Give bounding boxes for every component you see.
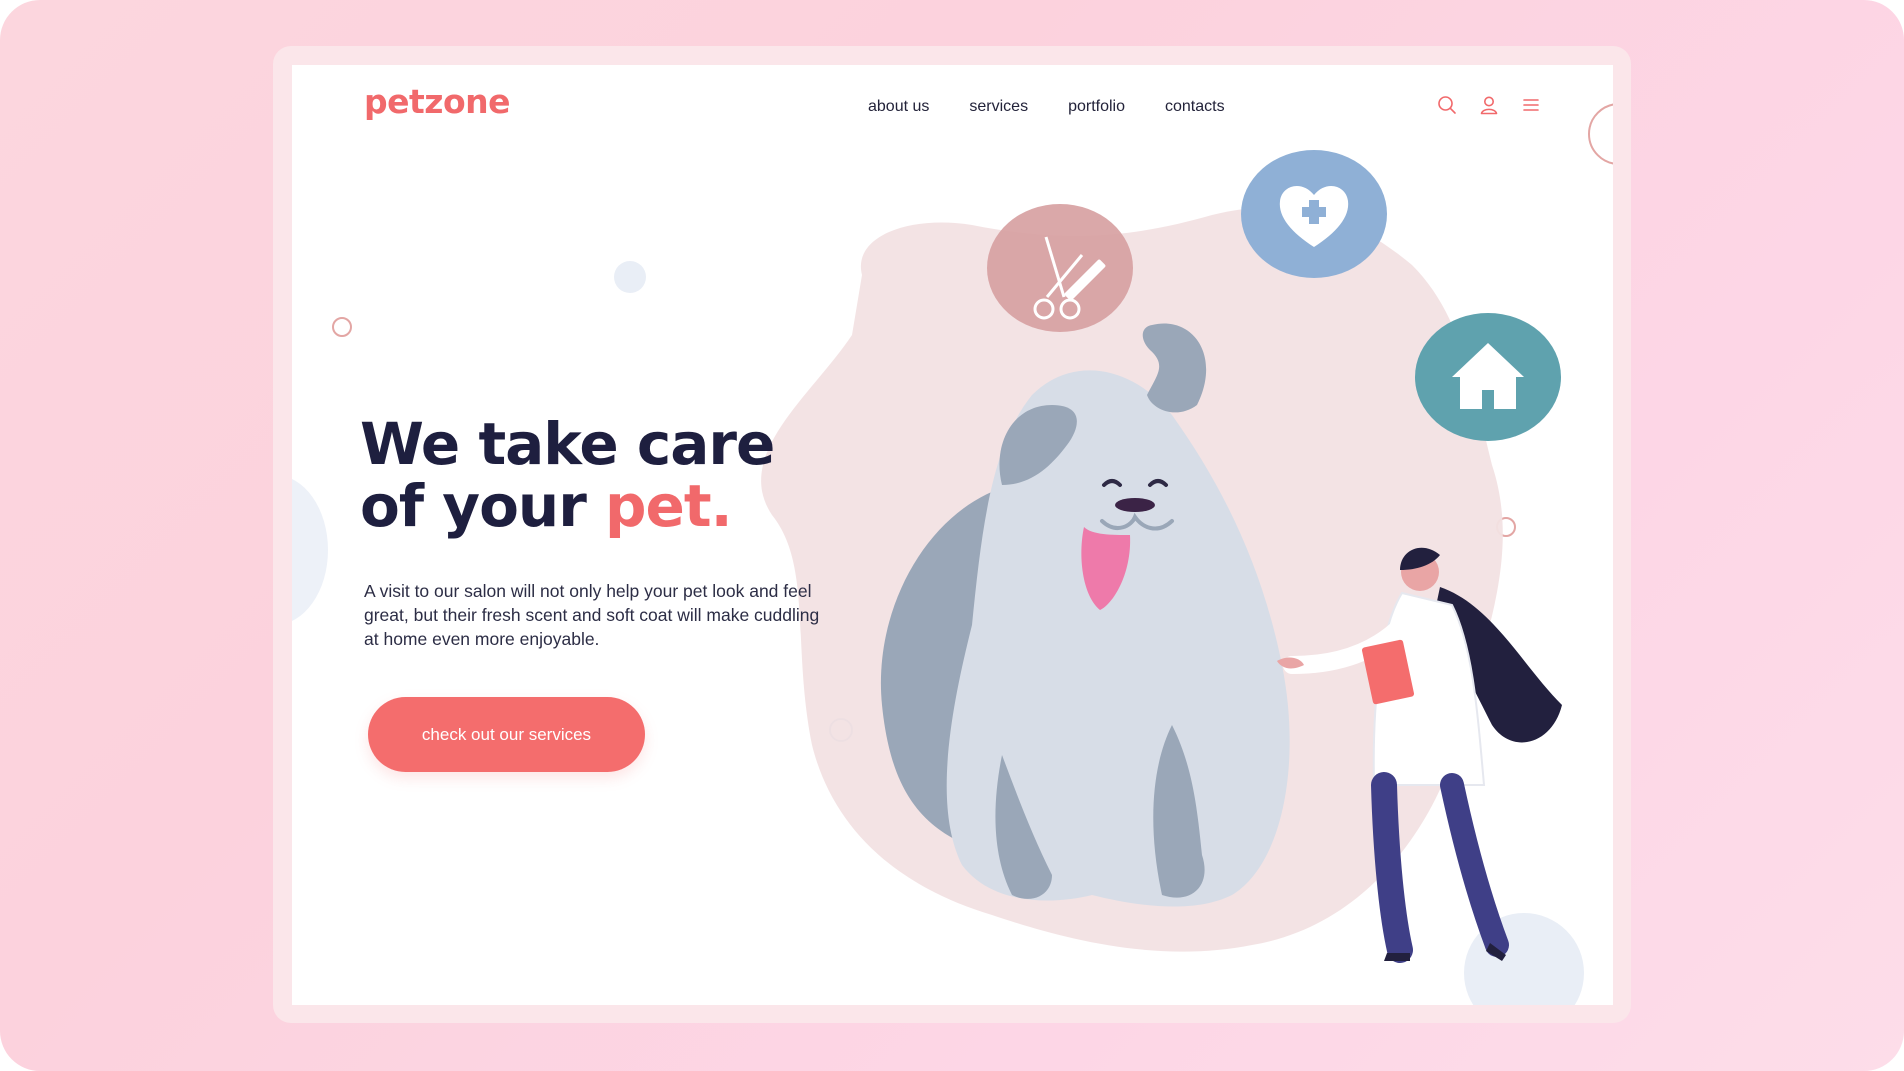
landing-page: petzone about us services portfolio cont… bbox=[292, 65, 1613, 1005]
badge-home bbox=[1415, 313, 1561, 441]
hero-title-accent: pet. bbox=[605, 472, 733, 540]
hero-description: A visit to our salon will not only help … bbox=[364, 581, 820, 649]
check-out-services-button[interactable]: check out our services bbox=[368, 697, 645, 772]
hero-title-line2: of your bbox=[360, 472, 606, 540]
hero-title-line1: We take care bbox=[360, 410, 775, 478]
dog-nose bbox=[1115, 498, 1155, 512]
badge-health bbox=[1241, 150, 1387, 278]
badge-grooming bbox=[987, 204, 1133, 332]
hero-title: We take care of your pet. bbox=[360, 410, 775, 540]
